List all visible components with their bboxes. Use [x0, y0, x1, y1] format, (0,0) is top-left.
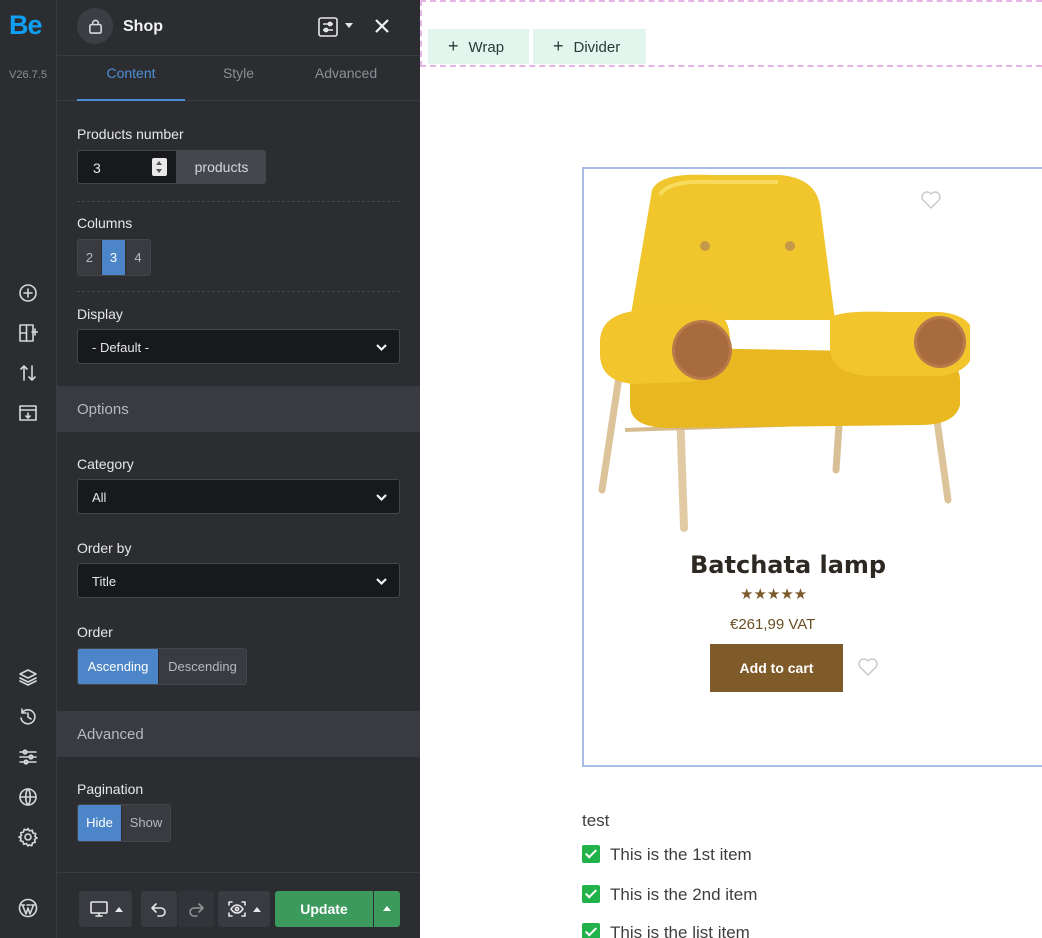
checkbox-checked-icon — [582, 923, 600, 938]
layers-icon[interactable] — [16, 665, 40, 689]
undo-button[interactable] — [141, 891, 177, 927]
add-element-icon[interactable] — [16, 281, 40, 305]
columns-option-4[interactable]: 4 — [126, 240, 150, 275]
order-descending-button[interactable]: Descending — [159, 649, 246, 684]
element-options-panel: Shop Content Style Advanced Products num… — [57, 0, 420, 938]
category-value: All — [92, 490, 107, 505]
settings-sliders-icon[interactable] — [16, 745, 40, 769]
display-value: - Default - — [92, 340, 150, 355]
chevron-down-icon — [375, 491, 388, 504]
advanced-section-title: Advanced — [77, 726, 144, 743]
pagination-hide-button[interactable]: Hide — [78, 805, 122, 841]
order-selector: Ascending Descending — [77, 648, 247, 685]
list-item: This is the 2nd item — [582, 885, 757, 905]
shop-bag-icon — [77, 8, 113, 44]
close-icon[interactable] — [371, 15, 393, 37]
checkbox-checked-icon — [582, 845, 600, 863]
add-to-cart-button[interactable]: Add to cart — [710, 644, 843, 692]
update-button[interactable]: Update — [275, 891, 373, 927]
tab-content[interactable]: Content — [77, 56, 185, 101]
presets-dropdown-caret[interactable] — [345, 23, 353, 28]
columns-label: Columns — [77, 215, 133, 231]
pagination-show-button[interactable]: Show — [122, 805, 170, 841]
app-version: V26.7.5 — [9, 69, 47, 81]
update-options-button[interactable] — [374, 891, 400, 927]
columns-option-3[interactable]: 3 — [102, 240, 126, 275]
add-divider-label: Divider — [573, 39, 621, 56]
wordpress-icon[interactable] — [16, 896, 40, 920]
history-icon[interactable] — [16, 705, 40, 729]
tab-style[interactable]: Style — [185, 56, 292, 101]
products-number-label: Products number — [77, 126, 184, 142]
add-divider-button[interactable]: + Divider — [533, 29, 646, 64]
category-label: Category — [77, 456, 134, 472]
products-number-value: 3 — [93, 160, 101, 176]
add-wrap-button[interactable]: + Wrap — [428, 29, 529, 64]
category-select[interactable]: All — [77, 479, 400, 514]
list-title: test — [582, 811, 610, 830]
columns-selector: 2 3 4 — [77, 239, 151, 276]
panel-footer: Update — [57, 872, 420, 938]
divider — [77, 291, 400, 292]
panel-header: Shop — [57, 0, 420, 56]
preview-button[interactable] — [218, 891, 270, 927]
display-select[interactable]: - Default - — [77, 329, 400, 364]
chevron-down-icon — [375, 341, 388, 354]
templates-icon[interactable] — [16, 401, 40, 425]
add-section-icon[interactable] — [16, 321, 40, 345]
armchair-image — [598, 174, 970, 532]
redo-button[interactable] — [178, 891, 214, 927]
order-by-label: Order by — [77, 540, 132, 556]
responsive-device-button[interactable] — [79, 891, 132, 927]
columns-option-2[interactable]: 2 — [78, 240, 102, 275]
panel-title: Shop — [123, 18, 163, 35]
divider — [77, 201, 400, 202]
pagination-selector: Hide Show — [77, 804, 171, 842]
products-number-input[interactable]: 3 — [77, 150, 177, 184]
wishlist-heart-icon[interactable] — [857, 656, 879, 678]
product-price: €261,99 VAT — [730, 616, 816, 633]
wishlist-heart-icon[interactable] — [920, 189, 942, 211]
globe-icon[interactable] — [16, 785, 40, 809]
product-name[interactable]: Batchata lamp — [690, 551, 886, 579]
plus-icon: + — [553, 36, 564, 56]
chevron-down-icon — [375, 575, 388, 588]
order-ascending-button[interactable]: Ascending — [78, 649, 159, 684]
options-section-header[interactable]: Options — [57, 386, 420, 432]
display-label: Display — [77, 306, 123, 322]
order-label: Order — [77, 624, 113, 640]
advanced-section-header[interactable]: Advanced — [57, 711, 420, 757]
plus-icon: + — [448, 36, 459, 56]
icon-rail: Be V26.7.5 — [0, 0, 57, 938]
list-item-text: This is the list item — [610, 923, 750, 938]
number-spinner[interactable] — [152, 158, 167, 176]
list-item: This is the list item — [582, 923, 750, 938]
tab-advanced[interactable]: Advanced — [292, 56, 400, 101]
section-toolbar: + Wrap + Divider — [420, 0, 1042, 67]
list-item-text: This is the 2nd item — [610, 885, 758, 904]
products-number-suffix: products — [177, 150, 266, 184]
pagination-label: Pagination — [77, 781, 144, 797]
checkbox-checked-icon — [582, 885, 600, 903]
order-by-value: Title — [92, 574, 117, 589]
app-logo[interactable]: Be — [9, 10, 43, 41]
options-section-title: Options — [77, 401, 129, 418]
sort-icon[interactable] — [16, 361, 40, 385]
list-item-text: This is the 1st item — [610, 845, 752, 864]
list-item: This is the 1st item — [582, 845, 752, 865]
presets-icon[interactable] — [317, 16, 339, 38]
order-by-select[interactable]: Title — [77, 563, 400, 598]
panel-tabs: Content Style Advanced — [57, 56, 420, 101]
builder-canvas: + Wrap + Divider Batchata lamp ★★★★★ €261,… — [420, 0, 1042, 938]
gear-icon[interactable] — [16, 825, 40, 849]
product-rating-stars: ★★★★★ — [740, 586, 808, 603]
add-wrap-label: Wrap — [468, 39, 505, 56]
